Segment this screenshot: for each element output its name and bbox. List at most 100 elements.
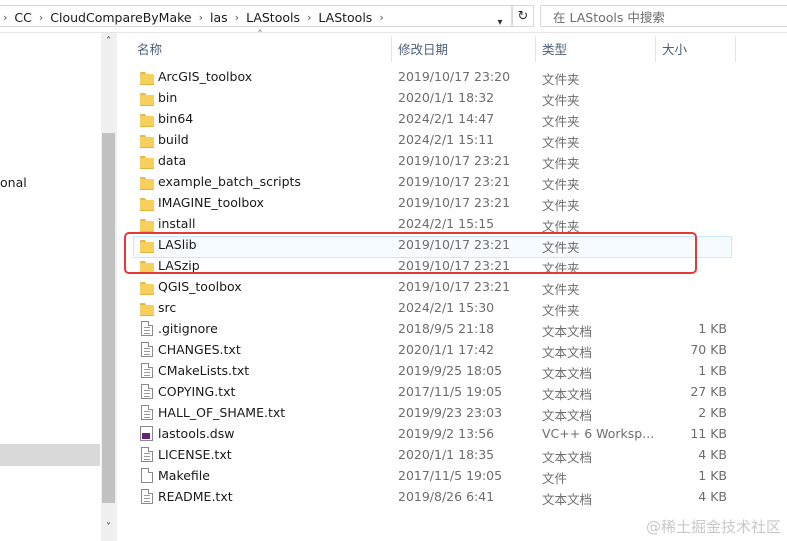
file-name: src bbox=[158, 300, 177, 315]
file-name: lastools.dsw bbox=[158, 426, 235, 441]
breadcrumb-item-lastools-parent[interactable]: LAStools bbox=[242, 10, 304, 25]
file-name: ArcGIS_toolbox bbox=[158, 69, 253, 84]
file-type: 文本文档 bbox=[542, 450, 593, 465]
file-size: 4 KB bbox=[698, 447, 727, 462]
text-document-icon bbox=[140, 447, 154, 463]
breadcrumb-separator-icon[interactable]: › bbox=[304, 11, 314, 24]
folder-row[interactable]: src 2024/2/1 15:30 文件夹 bbox=[0, 298, 787, 319]
file-size: 2 KB bbox=[698, 405, 727, 420]
column-header-type[interactable]: 类型 bbox=[542, 33, 652, 63]
column-header-type-label: 类型 bbox=[542, 41, 568, 57]
file-row[interactable]: COPYING.txt 2017/11/5 19:05 文本文档 27 KB bbox=[0, 382, 787, 403]
file-name: COPYING.txt bbox=[158, 384, 236, 399]
file-row[interactable]: Makefile 2017/11/5 19:05 文件 1 KB bbox=[0, 466, 787, 487]
address-bar-area: › CC › CloudCompareByMake › las › LAStoo… bbox=[0, 0, 787, 33]
folder-icon bbox=[140, 153, 154, 169]
file-row[interactable]: lastools.dsw 2019/9/2 13:56 VC++ 6 Worksp.… bbox=[0, 424, 787, 445]
address-bar[interactable]: › CC › CloudCompareByMake › las › LAStoo… bbox=[0, 5, 512, 28]
folder-icon bbox=[140, 300, 154, 316]
file-name: install bbox=[158, 216, 196, 231]
visual-studio-file-icon bbox=[140, 426, 154, 442]
file-row[interactable]: README.txt 2019/8/26 6:41 文本文档 4 KB bbox=[0, 487, 787, 508]
scroll-down-icon[interactable]: ˅ bbox=[101, 521, 116, 535]
file-modified-date: 2018/9/5 21:18 bbox=[398, 321, 495, 336]
folder-row[interactable]: QGIS_toolbox 2019/10/17 23:21 文件夹 bbox=[0, 277, 787, 298]
file-type: 文件夹 bbox=[542, 93, 580, 108]
file-row[interactable]: HALL_OF_SHAME.txt 2019/9/23 23:03 文本文档 2 KB bbox=[0, 403, 787, 424]
folder-row[interactable]: data 2019/10/17 23:21 文件夹 bbox=[0, 151, 787, 172]
breadcrumb: › CC › CloudCompareByMake › las › LAStoo… bbox=[0, 6, 387, 28]
text-document-icon bbox=[140, 363, 154, 379]
file-name: LICENSE.txt bbox=[158, 447, 232, 462]
file-modified-date: 2020/1/1 17:42 bbox=[398, 342, 495, 357]
breadcrumb-separator-icon[interactable]: › bbox=[196, 11, 206, 24]
breadcrumb-item-las[interactable]: las bbox=[206, 10, 232, 25]
file-name: IMAGINE_toolbox bbox=[158, 195, 264, 210]
file-size: 70 KB bbox=[690, 342, 727, 357]
file-type: 文本文档 bbox=[542, 324, 593, 339]
annotation-highlight-box bbox=[124, 232, 697, 274]
file-row[interactable]: CMakeLists.txt 2019/9/25 18:05 文本文档 1 KB bbox=[0, 361, 787, 382]
column-header-name[interactable]: 名称 bbox=[137, 33, 387, 63]
breadcrumb-item-lastools-current[interactable]: LAStools bbox=[314, 10, 376, 25]
folder-row[interactable]: bin64 2024/2/1 14:47 文件夹 bbox=[0, 109, 787, 130]
folder-icon bbox=[140, 90, 154, 106]
watermark: @稀土掘金技术社区 bbox=[645, 518, 781, 536]
file-type: 文件夹 bbox=[542, 177, 580, 192]
refresh-icon[interactable]: ↻ bbox=[512, 5, 534, 27]
folder-row[interactable]: example_batch_scripts 2019/10/17 23:21 文件夹 bbox=[0, 172, 787, 193]
file-row[interactable]: CHANGES.txt 2020/1/1 17:42 文本文档 70 KB bbox=[0, 340, 787, 361]
file-size: 4 KB bbox=[698, 489, 727, 504]
column-header-size[interactable]: 大小 bbox=[662, 33, 732, 63]
file-name: QGIS_toolbox bbox=[158, 279, 242, 294]
column-divider[interactable] bbox=[391, 36, 392, 62]
file-modified-date: 2019/10/17 23:20 bbox=[398, 69, 511, 84]
file-type: 文件夹 bbox=[542, 198, 580, 213]
file-modified-date: 2019/10/17 23:21 bbox=[398, 195, 511, 210]
breadcrumb-item-cloudcomparebymake[interactable]: CloudCompareByMake bbox=[46, 10, 195, 25]
file-modified-date: 2024/2/1 15:30 bbox=[398, 300, 495, 315]
column-divider[interactable] bbox=[735, 36, 736, 62]
file-modified-date: 2019/9/2 13:56 bbox=[398, 426, 495, 441]
chevron-down-icon[interactable]: ▾ bbox=[492, 11, 508, 33]
folder-row[interactable]: bin 2020/1/1 18:32 文件夹 bbox=[0, 88, 787, 109]
text-document-icon bbox=[140, 321, 154, 337]
file-type: 文本文档 bbox=[542, 366, 593, 381]
file-type: 文件夹 bbox=[542, 72, 580, 87]
file-modified-date: 2024/2/1 15:15 bbox=[398, 216, 495, 231]
file-modified-date: 2020/1/1 18:35 bbox=[398, 447, 495, 462]
file-type: 文本文档 bbox=[542, 408, 593, 423]
folder-icon bbox=[140, 132, 154, 148]
column-header-date[interactable]: 修改日期 bbox=[398, 33, 532, 63]
column-header-date-label: 修改日期 bbox=[398, 41, 449, 57]
file-name: data bbox=[158, 153, 187, 168]
file-modified-date: 2019/10/17 23:21 bbox=[398, 153, 511, 168]
column-divider[interactable] bbox=[655, 36, 656, 62]
text-document-icon bbox=[140, 384, 154, 400]
breadcrumb-separator-icon[interactable]: › bbox=[376, 11, 386, 24]
column-divider[interactable] bbox=[535, 36, 536, 62]
folder-icon bbox=[140, 174, 154, 190]
file-type: 文本文档 bbox=[542, 492, 593, 507]
folder-row[interactable]: ArcGIS_toolbox 2019/10/17 23:20 文件夹 bbox=[0, 67, 787, 88]
file-type: 文件夹 bbox=[542, 114, 580, 129]
file-modified-date: 2019/9/23 23:03 bbox=[398, 405, 503, 420]
folder-icon bbox=[140, 216, 154, 232]
file-modified-date: 2019/8/26 6:41 bbox=[398, 489, 495, 504]
breadcrumb-separator-icon[interactable]: › bbox=[36, 11, 46, 24]
breadcrumb-separator-icon[interactable]: › bbox=[232, 11, 242, 24]
file-name: example_batch_scripts bbox=[158, 174, 301, 189]
scroll-up-icon[interactable]: ˄ bbox=[101, 35, 116, 49]
folder-row[interactable]: IMAGINE_toolbox 2019/10/17 23:21 文件夹 bbox=[0, 193, 787, 214]
folder-row[interactable]: build 2024/2/1 15:11 文件夹 bbox=[0, 130, 787, 151]
file-name: CMakeLists.txt bbox=[158, 363, 250, 378]
file-size: 1 KB bbox=[698, 321, 727, 336]
file-type: 文本文档 bbox=[542, 387, 593, 402]
file-row[interactable]: .gitignore 2018/9/5 21:18 文本文档 1 KB bbox=[0, 319, 787, 340]
file-name: bin64 bbox=[158, 111, 194, 126]
breadcrumb-item-cc[interactable]: CC bbox=[10, 10, 35, 25]
file-type: VC++ 6 Worksp... bbox=[542, 426, 655, 441]
file-row[interactable]: LICENSE.txt 2020/1/1 18:35 文本文档 4 KB bbox=[0, 445, 787, 466]
file-size: 11 KB bbox=[690, 426, 727, 441]
search-input[interactable]: 在 LAStools 中搜索 bbox=[540, 5, 787, 27]
